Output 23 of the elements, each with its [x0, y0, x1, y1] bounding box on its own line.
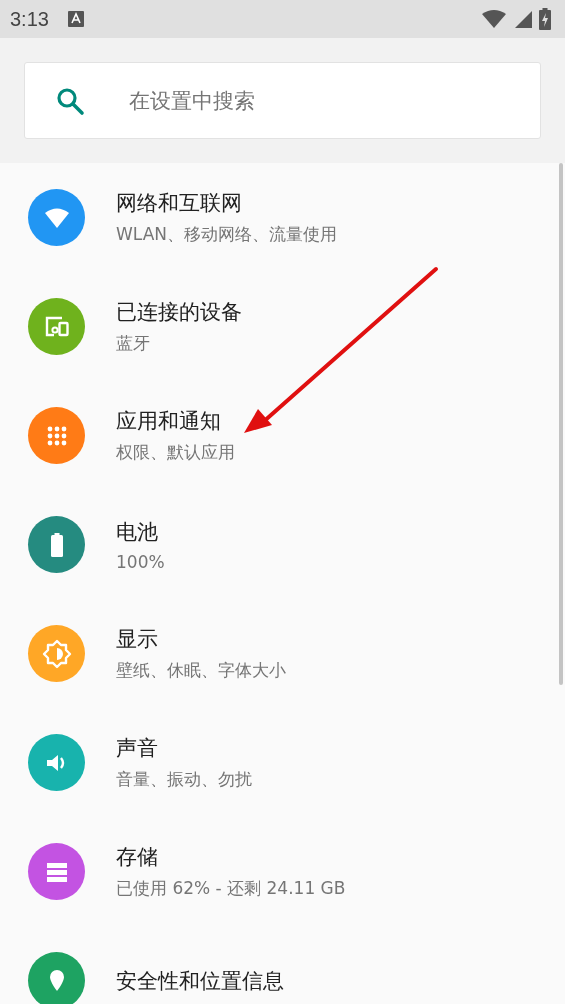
setting-summary: 权限、默认应用	[116, 441, 235, 464]
setting-summary: WLAN、移动网络、流量使用	[116, 223, 338, 246]
status-time: 3:13	[10, 7, 49, 31]
brightness-icon	[41, 638, 72, 669]
battery-charging-icon	[539, 8, 551, 30]
setting-title[interactable]: 声音	[116, 734, 252, 762]
wifi-icon	[481, 9, 507, 29]
setting-summary: 已使用 62% - 还剩 24.11 GB	[116, 877, 346, 900]
setting-summary: 壁纸、休眠、字体大小	[116, 659, 286, 682]
search-field[interactable]: 在设置中搜索	[127, 87, 431, 114]
setting-title[interactable]: 存储	[116, 843, 346, 871]
search-icon	[55, 85, 85, 116]
setting-title[interactable]: 安全性和位置信息	[116, 966, 284, 995]
setting-title[interactable]: 已连接的设备	[116, 298, 242, 326]
setting-title[interactable]: 网络和互联网	[116, 189, 338, 217]
keyboard-notification-icon	[66, 10, 85, 28]
signal-icon	[513, 9, 533, 29]
setting-title[interactable]: 应用和通知	[116, 407, 235, 435]
setting-summary: 蓝牙	[116, 332, 151, 355]
setting-summary: 音量、振动、勿扰	[116, 768, 252, 791]
setting-title[interactable]: 显示	[116, 625, 286, 653]
setting-title[interactable]: 电池	[116, 517, 165, 546]
setting-summary: 100%	[116, 551, 165, 572]
